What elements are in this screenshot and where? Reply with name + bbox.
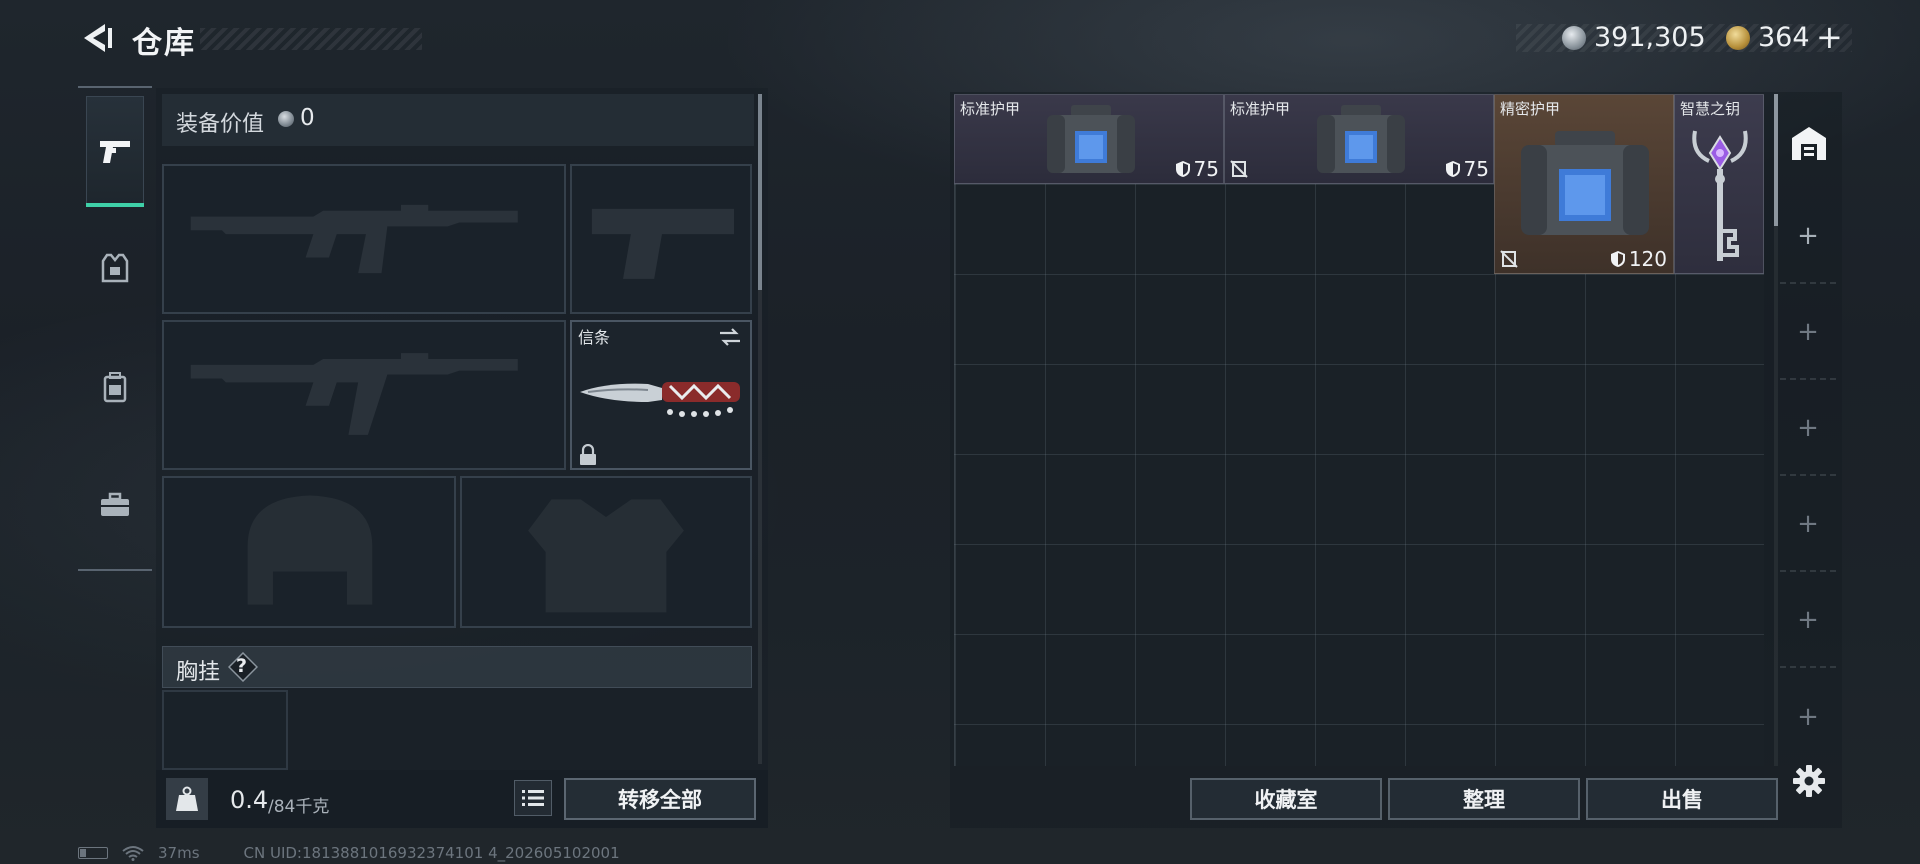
durability: 75 [1175,157,1219,181]
body-armor-slot[interactable] [460,476,752,628]
briefcase-icon [101,492,129,516]
durability: 120 [1610,247,1667,271]
stash-item[interactable]: 标准护甲 75 [954,94,1224,184]
backpack-icon [103,372,127,403]
rail-divider-bottom [78,569,152,571]
add-currency-button[interactable]: + [1816,18,1843,56]
rifle-placeholder-icon [190,204,518,274]
plus-icon: + [1797,413,1819,443]
stash-item[interactable]: 智慧之钥 [1674,94,1764,274]
durability-value: 120 [1628,247,1667,271]
secondary-weapon-slot[interactable] [162,320,566,470]
stash-item[interactable]: 精密护甲 120 [1494,94,1674,274]
durability-value: 75 [1193,157,1219,181]
rail-divider-top [78,86,152,88]
armor-placeholder-icon [528,499,684,613]
plus-icon: + [1797,605,1819,635]
helmet-slot[interactable] [162,476,456,628]
helmet-placeholder-icon [247,495,373,605]
loadout-scrollbar-thumb[interactable] [758,94,762,290]
add-stash-tab-button[interactable]: + [1780,190,1836,284]
sell-button[interactable]: 出售 [1586,778,1778,820]
armor-bag-icon [1521,131,1649,235]
item-name: 精密护甲 [1500,100,1561,118]
list-icon [522,790,544,806]
category-tab-weapons[interactable] [86,96,144,206]
collection-room-button[interactable]: 收藏室 [1190,778,1382,820]
category-tab-armor[interactable] [86,214,144,324]
gold-currency-value: 364 [1758,22,1810,53]
silver-coin-icon [278,111,294,127]
rifle-placeholder-icon [190,353,518,435]
warehouse-icon [1792,127,1826,160]
add-stash-tab-button[interactable]: + [1780,574,1836,668]
wifi-icon [122,846,144,861]
sidearm-slot[interactable] [570,164,752,314]
key-icon [1692,130,1748,261]
title-decoration [200,28,422,50]
knife-icon [580,382,740,417]
lock-icon [580,444,596,465]
back-button[interactable] [78,20,114,56]
help-icon-label: ? [236,655,248,677]
add-stash-tab-button[interactable]: + [1780,382,1836,476]
unsearchable-icon [1230,160,1248,178]
back-arrow-icon [84,24,112,52]
transfer-all-button[interactable]: 转移全部 [564,778,756,820]
pistol-icon [100,141,130,163]
status-bar: 37ms CN UID:1813881016932374101 4_202605… [78,844,620,862]
swap-icon[interactable] [718,326,742,348]
active-tab-indicator [86,203,144,207]
equipment-value-label: 装备价值 [176,112,265,137]
stash-scrollbar-thumb[interactable] [1774,94,1778,226]
durability-value: 75 [1463,157,1489,181]
armor-vest-icon [101,253,129,283]
weight-max: /84千克 [268,797,330,817]
battery-icon [78,847,108,859]
weight-icon [166,778,208,820]
add-stash-tab-button[interactable]: + [1780,478,1836,572]
unsearchable-icon [1500,250,1518,268]
armor-bag-icon [1047,105,1135,173]
stash-tab-main[interactable] [1780,106,1838,180]
equipment-value: 0 [300,105,315,131]
item-name: 标准护甲 [960,100,1021,118]
list-view-button[interactable] [514,780,552,816]
shield-icon [1610,251,1625,267]
add-stash-tab-button[interactable]: + [1780,670,1836,764]
settings-gear-icon[interactable] [1792,764,1826,798]
shield-icon [1175,161,1190,177]
gold-coin-icon [1726,26,1750,50]
primary-weapon-slot[interactable] [162,164,566,314]
ping-value: 37ms [158,844,200,862]
sort-button[interactable]: 整理 [1388,778,1580,820]
plus-icon: + [1797,509,1819,539]
chest-rig-slot[interactable] [162,690,288,770]
category-tab-case[interactable] [86,450,144,560]
item-name: 智慧之钥 [1680,100,1741,118]
shield-icon [1445,161,1460,177]
pistol-placeholder-icon [591,208,734,279]
melee-weapon-name: 信条 [578,328,611,347]
plus-icon: + [1797,702,1819,732]
silver-coin-icon [1562,26,1586,50]
plus-icon: + [1797,221,1819,251]
silver-currency-value: 391,305 [1594,22,1706,53]
stash-item[interactable]: 标准护甲 75 [1224,94,1494,184]
category-tab-backpack[interactable] [86,332,144,442]
chest-rig-label: 胸挂 [176,660,221,685]
armor-bag-icon [1317,105,1405,173]
plus-icon: + [1797,317,1819,347]
uid-text: CN UID:1813881016932374101 4_20260510200… [243,844,620,862]
item-name: 标准护甲 [1230,100,1291,118]
weight-current: 0.4 [230,786,269,814]
page-title: 仓库 [132,26,196,61]
durability: 75 [1445,157,1489,181]
add-stash-tab-button[interactable]: + [1780,286,1836,380]
